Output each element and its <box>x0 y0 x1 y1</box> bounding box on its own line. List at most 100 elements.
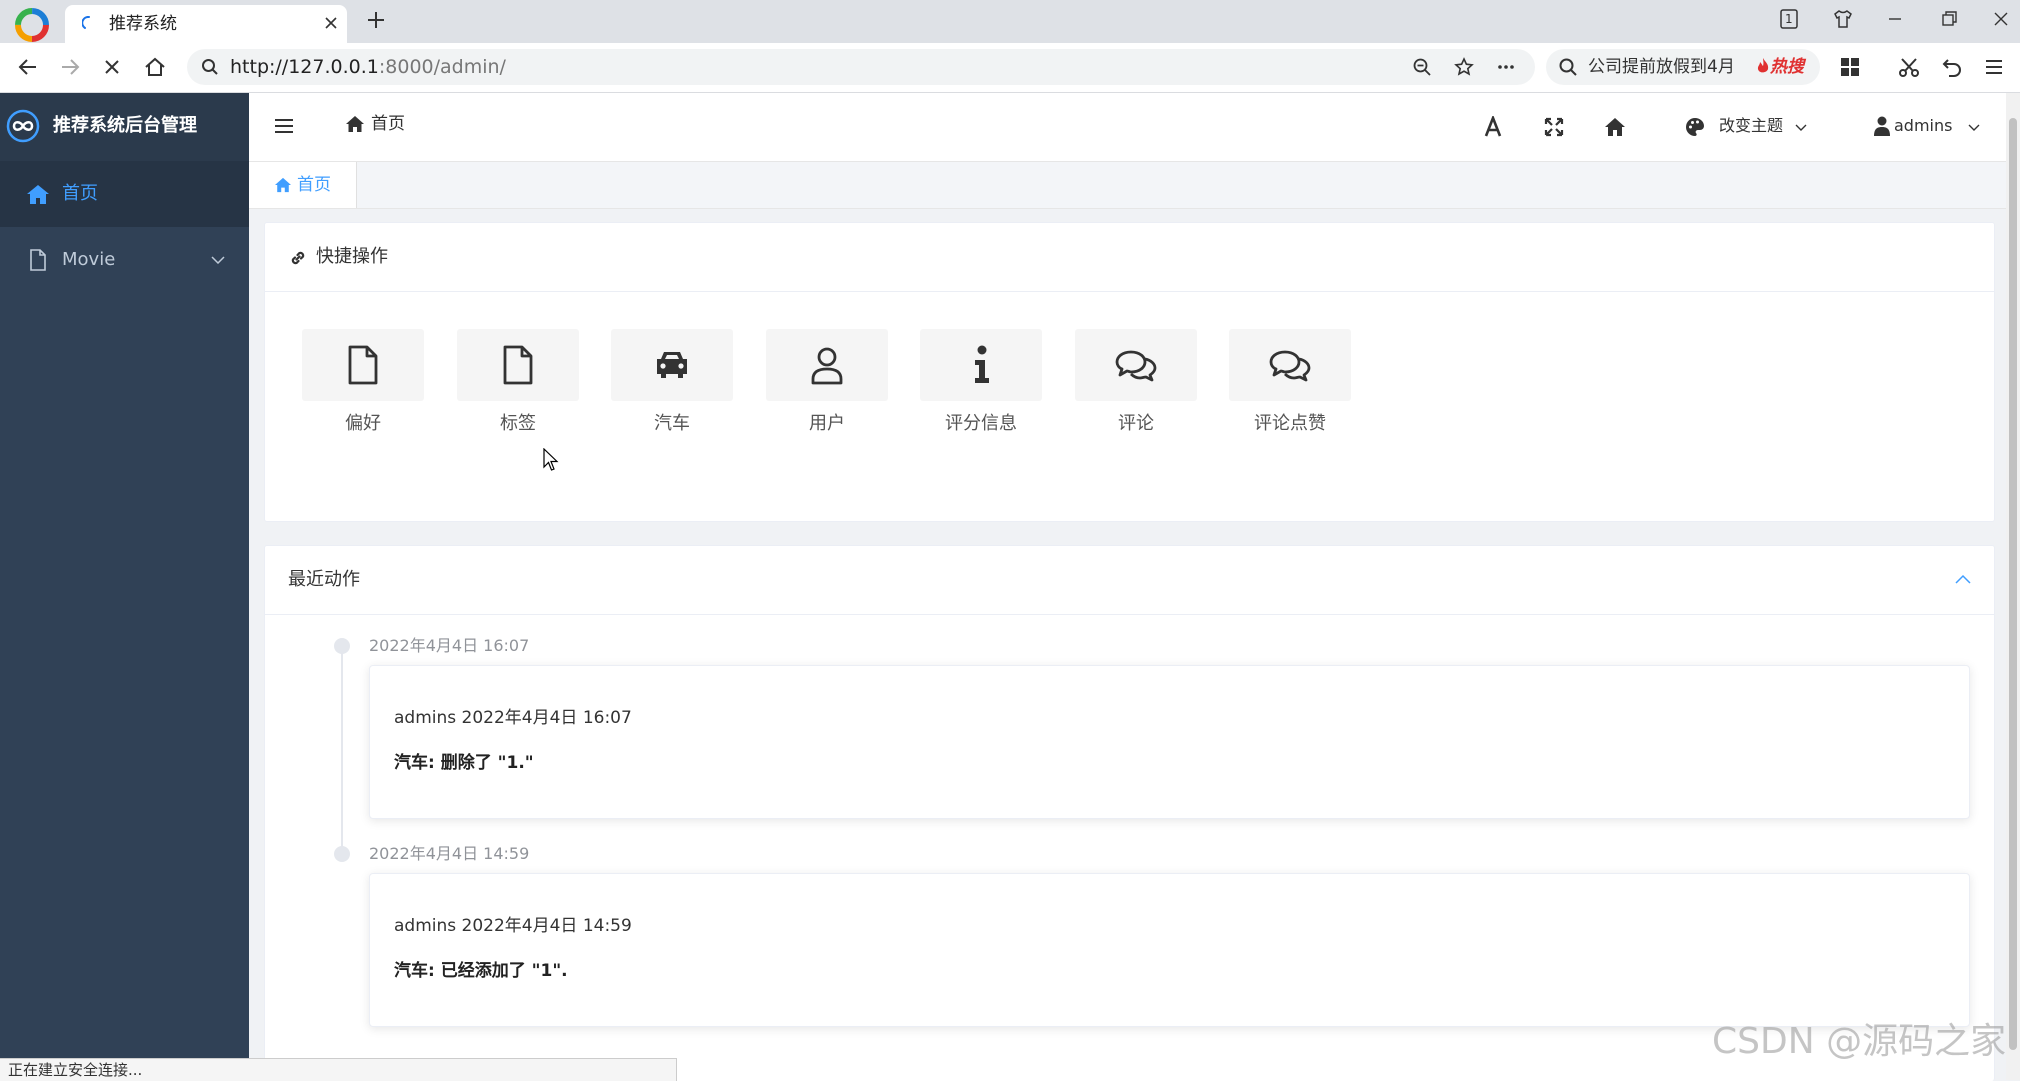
shortcut-label: 评分信息 <box>945 413 1017 434</box>
font-size-icon[interactable] <box>1482 116 1504 138</box>
breadcrumb-home-icon <box>346 116 364 132</box>
tab-count: 1 <box>1785 12 1793 26</box>
zoom-out-icon[interactable] <box>1412 57 1432 77</box>
shortcut-icon-box <box>611 329 733 401</box>
shortcut-label: 用户 <box>809 413 845 434</box>
shortcut-tags[interactable]: 标签 <box>457 329 579 449</box>
back-icon[interactable] <box>16 55 40 79</box>
change-theme-button[interactable]: 改变主题 <box>1719 114 1783 138</box>
comments-icon <box>1115 350 1157 382</box>
palette-icon <box>1686 118 1704 136</box>
shortcut-comment-likes[interactable]: 评论点赞 <box>1229 329 1351 449</box>
hamburger-menu-icon[interactable] <box>275 118 293 134</box>
shortcut-preference[interactable]: 偏好 <box>302 329 424 449</box>
shortcut-label: 汽车 <box>654 413 690 434</box>
sidebar-item-label: Movie <box>62 249 116 270</box>
card-title: 最近动作 <box>288 569 360 590</box>
hot-search-box[interactable]: 公司提前放假到4月 热搜 <box>1546 49 1820 85</box>
chevron-down-icon <box>1795 124 1807 131</box>
close-window-icon[interactable] <box>1990 8 2012 30</box>
comments-icon <box>1269 350 1311 382</box>
browser-nav-bar: http://127.0.0.1:8000/admin/ 公司提前放假到4月 热… <box>0 43 2020 93</box>
forward-icon[interactable] <box>58 55 82 79</box>
shortcut-icon-box <box>766 329 888 401</box>
timeline-dot <box>334 638 350 654</box>
apps-grid-icon[interactable] <box>1838 55 1862 79</box>
card-title: 快捷操作 <box>316 246 388 267</box>
shortcut-icon-box <box>1075 329 1197 401</box>
shortcut-comments[interactable]: 评论 <box>1075 329 1197 449</box>
sidebar-item-movie[interactable]: Movie <box>0 227 249 293</box>
search-icon <box>1559 58 1577 76</box>
mouse-cursor-icon <box>543 448 559 471</box>
browser-tab[interactable]: 推荐系统 <box>65 5 347 43</box>
home-icon[interactable] <box>143 55 167 79</box>
browser-status-bar: 正在建立安全连接... <box>0 1058 677 1081</box>
tab-count-badge[interactable]: 1 <box>1778 8 1800 30</box>
breadcrumb[interactable]: 首页 <box>371 112 405 136</box>
shortcut-label: 偏好 <box>345 413 381 434</box>
shirt-icon[interactable] <box>1832 8 1854 30</box>
menu-icon[interactable] <box>1982 55 2006 79</box>
timeline-action: 汽车: 删除了 "1." <box>394 753 534 773</box>
undo-icon[interactable] <box>1940 55 1964 79</box>
new-tab-icon[interactable] <box>366 10 386 30</box>
home-icon[interactable] <box>1604 116 1626 138</box>
user-icon <box>811 347 843 385</box>
timeline-author: admins 2022年4月4日 16:07 <box>394 708 632 728</box>
timeline-timestamp: 2022年4月4日 14:59 <box>369 844 530 863</box>
timeline-timestamp: 2022年4月4日 16:07 <box>369 636 530 655</box>
bookmark-star-icon[interactable] <box>1454 57 1474 77</box>
shortcut-icon-box <box>920 329 1042 401</box>
fire-icon <box>1757 58 1769 73</box>
user-menu-button[interactable]: admins <box>1894 114 1952 138</box>
status-text: 正在建立安全连接... <box>8 1061 143 1079</box>
loading-spinner-icon <box>82 16 90 29</box>
scissors-icon[interactable] <box>1897 55 1921 79</box>
browser-logo-icon <box>15 8 49 42</box>
tab-label: 首页 <box>297 175 331 195</box>
stop-loading-icon[interactable] <box>100 55 124 79</box>
minimize-icon[interactable] <box>1884 8 1906 30</box>
card-header: 快捷操作 <box>265 223 1994 292</box>
shortcut-rating-info[interactable]: 评分信息 <box>920 329 1042 449</box>
sidebar: 推荐系统后台管理 首页 Movie <box>0 93 249 1080</box>
brand-header[interactable]: 推荐系统后台管理 <box>0 93 249 161</box>
browser-tab-title: 推荐系统 <box>109 14 177 34</box>
sidebar-item-home[interactable]: 首页 <box>0 161 249 227</box>
watermark: CSDN @源码之家 <box>1712 1021 2007 1062</box>
address-url: http://127.0.0.1:8000/admin/ <box>230 56 506 78</box>
timeline-dot <box>334 846 350 862</box>
more-options-icon[interactable] <box>1496 57 1516 77</box>
search-icon <box>202 59 218 75</box>
timeline-entry: admins 2022年4月4日 14:59 汽车: 已经添加了 "1". <box>369 873 1970 1027</box>
chevron-up-icon[interactable] <box>1955 574 1971 584</box>
fullscreen-icon[interactable] <box>1543 116 1565 138</box>
quick-actions-card: 快捷操作 偏好 标签 汽车 用户 评分信息 评论 评论点赞 <box>264 222 1995 522</box>
timeline-author: admins 2022年4月4日 14:59 <box>394 916 632 936</box>
shortcut-car[interactable]: 汽车 <box>611 329 733 449</box>
home-icon <box>27 185 49 204</box>
info-icon <box>975 345 989 383</box>
shortcut-label: 评论点赞 <box>1254 413 1326 434</box>
user-icon <box>1874 116 1890 136</box>
shortcut-icon-box <box>1229 329 1351 401</box>
brand-title: 推荐系统后台管理 <box>53 115 197 136</box>
home-icon <box>275 177 291 193</box>
shortcut-user[interactable]: 用户 <box>766 329 888 449</box>
car-icon <box>657 352 687 378</box>
restore-icon[interactable] <box>1938 8 1960 30</box>
close-tab-icon[interactable] <box>323 15 339 31</box>
hot-search-badge: 热搜 <box>1756 56 1804 78</box>
address-bar[interactable]: http://127.0.0.1:8000/admin/ <box>187 49 1535 85</box>
shortcut-label: 评论 <box>1118 413 1154 434</box>
card-header: 最近动作 <box>265 546 1994 615</box>
shortcut-label: 标签 <box>500 413 536 434</box>
chevron-down-icon <box>211 256 225 264</box>
tab-home[interactable]: 首页 <box>249 162 357 208</box>
link-icon <box>291 251 305 265</box>
brand-logo-icon <box>6 109 40 143</box>
hot-search-text: 公司提前放假到4月 <box>1588 57 1735 77</box>
scrollbar-thumb[interactable] <box>2009 118 2017 1050</box>
page-scrollbar[interactable] <box>2006 93 2020 1080</box>
